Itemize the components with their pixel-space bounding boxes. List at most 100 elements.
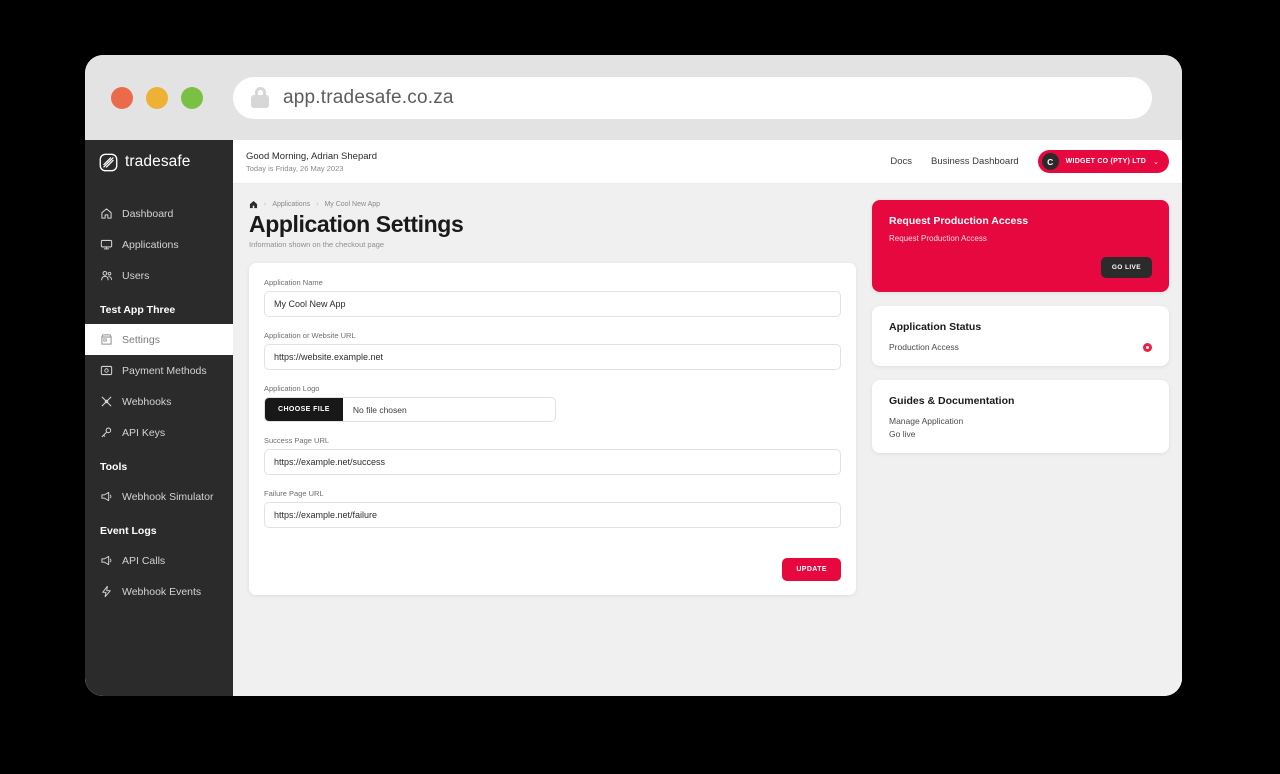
sidebar-item-settings[interactable]: Settings [85, 324, 233, 355]
monitor-icon [100, 239, 113, 250]
sidebar: tradesafe Dashboard Applications Users T… [85, 140, 233, 696]
breadcrumb: › Applications › My Cool New App [249, 200, 856, 209]
page-subtitle: Information shown on the checkout page [249, 240, 385, 250]
sidebar-section-label: Test App Three [100, 304, 176, 316]
organization-switcher[interactable]: C WIDGET CO (PTY) LTD ⌄ [1037, 150, 1169, 173]
sidebar-item-payment-methods[interactable]: Payment Methods [85, 355, 233, 386]
sidebar-section-label: Tools [100, 461, 128, 473]
business-dashboard-link[interactable]: Business Dashboard [931, 156, 1019, 167]
settings-form-card: Application Name Application or Website … [249, 263, 856, 596]
lock-icon [251, 87, 269, 108]
greeting-text: Good Morning, Adrian Shepard [246, 150, 377, 162]
sidebar-section-test-app-three: Test App Three [85, 296, 233, 324]
shuffle-icon [101, 396, 112, 407]
sidebar-item-label: Payment Methods [122, 364, 207, 377]
sidebar-item-label: API Keys [122, 426, 166, 439]
date-text: Today is Friday, 26 May 2023 [246, 163, 344, 173]
guides-documentation-card: Guides & Documentation Manage Applicatio… [872, 380, 1169, 453]
breadcrumb-separator: › [316, 201, 319, 208]
sidebar-item-dashboard[interactable]: Dashboard [85, 198, 233, 229]
field-label: Application Logo [264, 384, 320, 394]
greeting-block: Good Morning, Adrian Shepard Today is Fr… [246, 151, 377, 173]
sidebar-item-api-calls[interactable]: API Calls [85, 545, 233, 576]
avatar: C [1041, 153, 1059, 170]
brand-logo[interactable]: tradesafe [85, 140, 233, 184]
tradesafe-logo-icon [99, 153, 118, 171]
application-url-input[interactable] [264, 344, 841, 371]
breadcrumb-item-applications[interactable]: Applications [272, 201, 310, 208]
sidebar-item-label: Webhook Events [122, 585, 202, 598]
main-area: Good Morning, Adrian Shepard Today is Fr… [233, 140, 1182, 696]
field-application-logo: Application Logo CHOOSE FILE No file cho… [264, 384, 841, 423]
application-logo-file-input[interactable]: CHOOSE FILE No file chosen [264, 397, 556, 423]
card-actions: GO LIVE [889, 257, 1152, 278]
request-production-access-card: Request Production Access Request Produc… [872, 200, 1169, 292]
failure-page-url-input[interactable] [264, 502, 841, 529]
key-icon [101, 427, 112, 438]
home-icon[interactable] [249, 200, 258, 209]
sidebar-item-api-keys[interactable]: API Keys [85, 417, 233, 448]
chevron-down-icon: ⌄ [1153, 158, 1159, 166]
side-rail: Request Production Access Request Produc… [872, 184, 1182, 696]
settings-column: › Applications › My Cool New App Applica… [233, 184, 872, 696]
window-controls [111, 86, 203, 109]
field-label: Application or Website URL [264, 331, 356, 341]
sidebar-item-users[interactable]: Users [85, 260, 233, 291]
browser-window: app.tradesafe.co.za tradesafe Dashboard … [85, 55, 1182, 696]
field-failure-page-url: Failure Page URL [264, 489, 841, 529]
card-title: Application Status [889, 321, 982, 333]
page-title: Application Settings [249, 211, 464, 237]
home-icon [101, 208, 112, 219]
megaphone-icon [101, 491, 112, 502]
application-frame: tradesafe Dashboard Applications Users T… [85, 140, 1182, 696]
maximize-window-button[interactable] [181, 86, 203, 109]
field-label: Application Name [264, 278, 323, 288]
sidebar-section-label: Event Logs [100, 525, 157, 537]
field-label: Failure Page URL [264, 489, 324, 499]
url-text: app.tradesafe.co.za [283, 86, 454, 108]
card-title: Guides & Documentation [889, 395, 1015, 407]
breadcrumb-separator: › [264, 201, 267, 208]
choose-file-button[interactable]: CHOOSE FILE [265, 398, 343, 422]
sidebar-item-label: Webhook Simulator [122, 490, 214, 503]
sidebar-item-webhooks[interactable]: Webhooks [85, 386, 233, 417]
docs-link[interactable]: Docs [890, 156, 912, 167]
sidebar-nav: Dashboard Applications Users Test App Th… [85, 184, 233, 607]
form-actions: UPDATE [264, 558, 841, 582]
address-bar[interactable]: app.tradesafe.co.za [233, 76, 1152, 119]
brand-name: tradesafe [125, 153, 191, 170]
breadcrumb-item-current[interactable]: My Cool New App [324, 201, 380, 208]
organization-name: WIDGET CO (PTY) LTD [1065, 158, 1147, 165]
users-icon [101, 270, 112, 281]
topbar-actions: Docs Business Dashboard C WIDGET CO (PTY… [890, 150, 1169, 173]
close-window-button[interactable] [111, 86, 133, 109]
go-live-button[interactable]: GO LIVE [1100, 257, 1152, 278]
sidebar-item-webhook-events[interactable]: Webhook Events [85, 576, 233, 607]
sidebar-item-label: API Calls [122, 554, 166, 567]
sidebar-item-webhook-simulator[interactable]: Webhook Simulator [85, 481, 233, 512]
minimize-window-button[interactable] [146, 86, 168, 109]
success-page-url-input[interactable] [264, 449, 841, 476]
bolt-icon [102, 585, 111, 598]
card-icon [100, 365, 113, 376]
topbar: Good Morning, Adrian Shepard Today is Fr… [233, 140, 1182, 184]
status-label: Production Access [889, 342, 959, 352]
file-status-text: No file chosen [352, 404, 407, 415]
update-button[interactable]: UPDATE [782, 558, 841, 582]
guide-link-manage-application[interactable]: Manage Application [889, 416, 1152, 426]
field-label: Success Page URL [264, 436, 330, 446]
sidebar-item-label: Dashboard [122, 207, 174, 220]
field-application-url: Application or Website URL [264, 331, 841, 371]
field-success-page-url: Success Page URL [264, 436, 841, 476]
card-subtitle: Request Production Access [889, 234, 987, 243]
sidebar-item-label: Users [122, 269, 150, 282]
guide-link-go-live[interactable]: Go live [889, 429, 1152, 439]
status-badge [1143, 342, 1152, 352]
store-icon [101, 334, 112, 345]
content-area: › Applications › My Cool New App Applica… [233, 184, 1182, 696]
sidebar-item-applications[interactable]: Applications [85, 229, 233, 260]
sidebar-item-label: Settings [122, 333, 160, 346]
card-title: Request Production Access [889, 215, 1029, 227]
application-name-input[interactable] [264, 291, 841, 318]
application-status-card: Application Status Production Access [872, 306, 1169, 366]
